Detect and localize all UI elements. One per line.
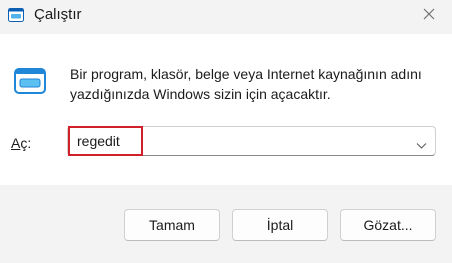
open-label: Aç: [11, 135, 31, 151]
title-bar: Çalıştır [0, 0, 452, 34]
browse-button[interactable]: Gözat... [340, 209, 436, 241]
open-label-rest: ç: [20, 135, 32, 151]
open-combobox[interactable]: regedit [67, 126, 436, 156]
close-icon [423, 7, 435, 25]
run-icon [14, 68, 46, 94]
description-text: Bir program, klasör, belge veya Internet… [70, 66, 422, 102]
run-dialog: Çalıştır Bir program, klasör, belge veya… [0, 0, 452, 263]
open-label-accelerator: A [11, 135, 21, 151]
button-bar: Tamam İptal Gözat... [0, 185, 452, 263]
cancel-button[interactable]: İptal [232, 209, 328, 241]
run-dialog-icon [8, 8, 24, 22]
open-input-value[interactable]: regedit [77, 133, 120, 149]
chevron-down-icon[interactable] [416, 137, 427, 149]
ok-button[interactable]: Tamam [124, 209, 220, 241]
close-button[interactable] [406, 0, 452, 32]
window-title: Çalıştır [34, 6, 82, 23]
dialog-content: Bir program, klasör, belge veya Internet… [0, 34, 452, 185]
